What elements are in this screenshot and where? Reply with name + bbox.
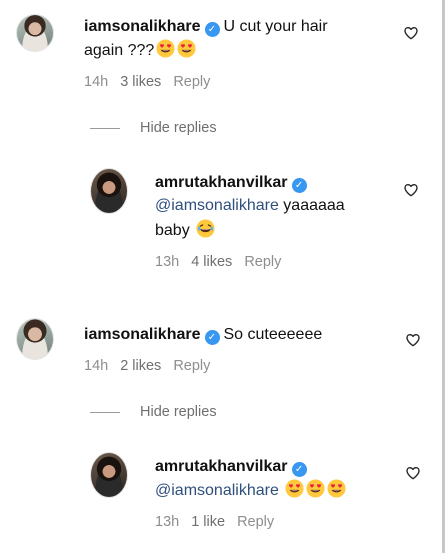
reply-text-line-2: @iamsonalikhare [155,479,346,501]
avatar[interactable] [16,14,54,52]
reply-meta: 13h 4 likes Reply [155,254,293,270]
reply-button[interactable]: Reply [173,74,210,90]
comment-text: So cuteeeeee [223,326,323,343]
username[interactable]: amrutakhanvilkar [155,458,288,475]
heart-eyes-emoji [327,479,346,498]
reply-meta: 13h 1 like Reply [155,514,286,530]
hide-replies-label: Hide replies [140,404,217,420]
comment-time: 14h [84,358,109,374]
heart-outline-icon[interactable] [403,182,419,198]
verified-badge-icon: ✓ [291,178,307,193]
divider-line [90,127,120,129]
heart-outline-icon[interactable] [405,332,421,348]
likes-count[interactable]: 1 like [191,514,225,530]
verified-badge-icon: ✓ [204,22,220,37]
mention-link[interactable]: @iamsonalikhare [155,197,279,214]
comment-text: U cut your hair [223,18,328,35]
likes-count[interactable]: 3 likes [120,74,161,90]
comment-text-line: iamsonalikhare ✓ So cuteeeeee [84,324,322,345]
verified-badge-icon: ✓ [204,330,220,345]
heart-outline-icon[interactable] [405,465,421,481]
comment-meta: 14h 3 likes Reply [84,74,222,90]
comment-text-line-2: again ??? [84,39,196,61]
reply-time: 13h [155,254,180,270]
reply-button[interactable]: Reply [173,358,210,374]
verified-badge-icon: ✓ [291,462,307,477]
reply-button[interactable]: Reply [244,254,281,270]
reply-text-line: amrutakhanvilkar ✓ [155,456,311,477]
divider-line [90,411,120,413]
comment-time: 14h [84,74,109,90]
reply-text-line-3: baby [155,219,215,241]
likes-count[interactable]: 4 likes [191,254,232,270]
reply-text-continued: baby [155,222,190,239]
heart-eyes-emoji [156,39,175,58]
hide-replies-button[interactable]: Hide replies [90,404,217,420]
reply-time: 13h [155,514,180,530]
laughing-emoji [196,219,215,238]
comment-text-continued: again ??? [84,42,155,59]
heart-eyes-emoji [306,479,325,498]
hide-replies-button[interactable]: Hide replies [90,120,217,136]
username[interactable]: iamsonalikhare [84,326,201,343]
mention-link[interactable]: @iamsonalikhare [155,482,279,499]
reply-text-line-2: @iamsonalikhare yaaaaaa [155,195,345,216]
avatar[interactable] [90,168,128,214]
comment-meta: 14h 2 likes Reply [84,358,222,374]
username[interactable]: iamsonalikhare [84,18,201,35]
comment-text-line: iamsonalikhare ✓ U cut your hair [84,16,328,37]
avatar[interactable] [90,452,128,498]
username[interactable]: amrutakhanvilkar [155,174,288,191]
hide-replies-label: Hide replies [140,120,217,136]
reply-button[interactable]: Reply [237,514,274,530]
heart-outline-icon[interactable] [403,25,419,41]
heart-eyes-emoji [177,39,196,58]
heart-eyes-emoji [285,479,304,498]
avatar[interactable] [16,318,54,360]
likes-count[interactable]: 2 likes [120,358,161,374]
reply-text: yaaaaaa [278,197,345,214]
reply-text-line: amrutakhanvilkar ✓ [155,172,311,193]
